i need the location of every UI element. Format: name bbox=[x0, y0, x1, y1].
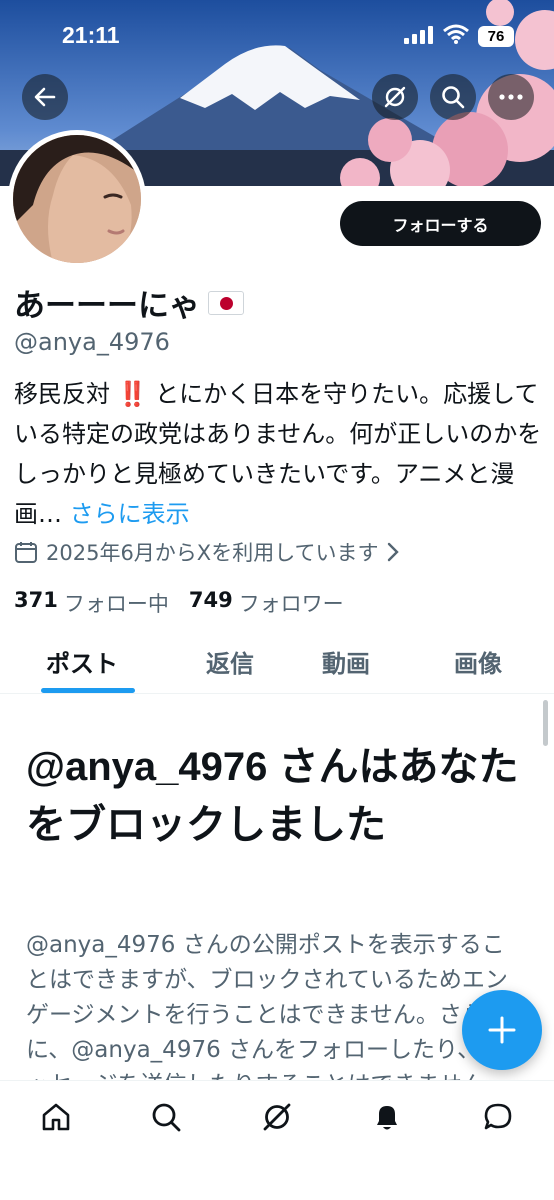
follow-button[interactable]: フォローする bbox=[340, 201, 541, 246]
bell-icon bbox=[377, 1106, 397, 1130]
tab-replies[interactable]: 返信 bbox=[206, 644, 254, 679]
home-icon bbox=[42, 1103, 70, 1131]
following-link[interactable]: 371 フォロー中 bbox=[14, 588, 169, 618]
follow-stats: 371 フォロー中 749 フォロワー bbox=[14, 588, 364, 618]
nav-grok[interactable] bbox=[257, 1097, 297, 1137]
grok-icon bbox=[384, 86, 406, 108]
battery-indicator: 76 bbox=[478, 26, 514, 47]
grok-button[interactable] bbox=[372, 74, 418, 120]
nav-notifications[interactable] bbox=[367, 1097, 407, 1137]
following-count: 371 bbox=[14, 588, 58, 612]
nav-search[interactable] bbox=[146, 1097, 186, 1137]
bio-text-start: 移民反対 bbox=[14, 380, 110, 408]
search-icon bbox=[442, 86, 465, 109]
following-label: フォロー中 bbox=[63, 592, 169, 616]
blocked-title: @anya_4976 さんはあなたをブロックしました bbox=[26, 745, 519, 847]
status-bar: 21:11 76 bbox=[0, 0, 554, 70]
more-icon bbox=[499, 94, 523, 100]
followers-count: 749 bbox=[188, 588, 233, 612]
chevron-right-icon bbox=[387, 542, 399, 562]
user-handle: @anya_4976 bbox=[14, 328, 170, 356]
calendar-icon bbox=[15, 542, 37, 563]
double-exclamation-icon: ‼️ bbox=[117, 380, 148, 408]
bottom-navigation bbox=[0, 1080, 554, 1200]
tab-images[interactable]: 画像 bbox=[454, 644, 502, 679]
followers-link[interactable]: 749 フォロワー bbox=[189, 588, 344, 618]
nav-home[interactable] bbox=[36, 1097, 76, 1137]
blocked-description: @anya_4976 さんの公開ポストを表示することはできますが、ブロックされて… bbox=[26, 932, 508, 1080]
back-arrow-icon bbox=[34, 87, 56, 107]
search-icon bbox=[152, 1103, 181, 1132]
compose-button[interactable] bbox=[462, 990, 542, 1070]
profile-tabs: ポスト 返信 動画 画像 bbox=[0, 632, 554, 694]
japan-flag-icon bbox=[208, 290, 244, 315]
followers-label: フォロワー bbox=[238, 592, 344, 616]
grok-icon bbox=[263, 1103, 291, 1131]
active-tab-indicator bbox=[41, 688, 135, 693]
wifi-icon bbox=[443, 24, 469, 48]
nav-messages[interactable] bbox=[478, 1097, 518, 1137]
status-time: 21:11 bbox=[62, 22, 120, 48]
display-name: あーーーにゃ bbox=[14, 288, 200, 324]
show-more-link[interactable]: さらに表示 bbox=[62, 500, 190, 528]
plus-icon bbox=[488, 1016, 516, 1044]
cellular-signal-icon bbox=[404, 26, 434, 48]
more-button[interactable] bbox=[488, 74, 534, 120]
tab-videos[interactable]: 動画 bbox=[322, 644, 370, 679]
scrollbar[interactable] bbox=[543, 700, 548, 746]
joined-date-row[interactable]: 2025年6月からXを利用しています bbox=[14, 537, 407, 567]
search-button[interactable] bbox=[430, 74, 476, 120]
joined-date: 2025年6月からXを利用しています bbox=[46, 541, 379, 565]
profile-bio: 移民反対 ‼️ とにかく日本を守りたい。応援している特定の政党はありません。何が… bbox=[14, 374, 544, 534]
avatar[interactable] bbox=[8, 130, 146, 268]
message-icon bbox=[484, 1103, 512, 1130]
display-name-row: あーーーにゃ bbox=[14, 280, 244, 325]
back-button[interactable] bbox=[22, 74, 68, 120]
tab-posts[interactable]: ポスト bbox=[46, 644, 118, 679]
